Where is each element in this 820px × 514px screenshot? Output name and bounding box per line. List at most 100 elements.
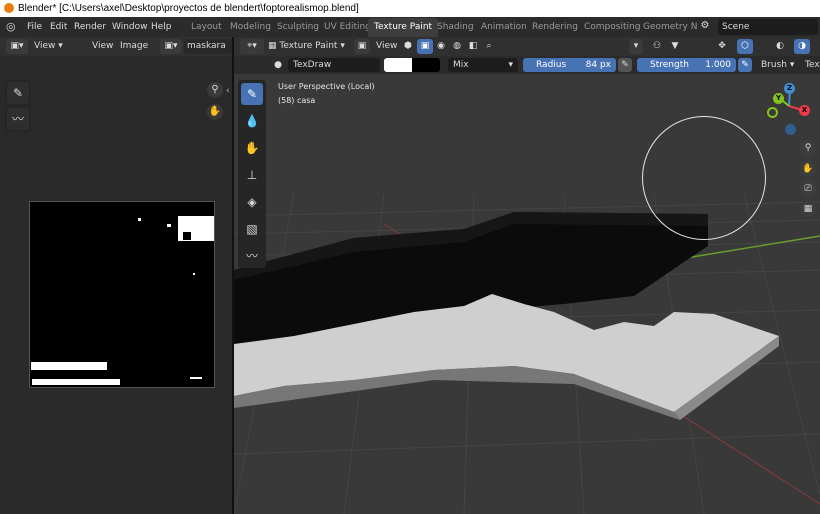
vertex-select-icon[interactable]: ◉: [433, 39, 449, 54]
mask-patch: [31, 362, 107, 370]
mask-icon[interactable]: ▧: [241, 218, 263, 240]
tab-sculpting[interactable]: Sculpting: [271, 18, 325, 37]
zoom-icon[interactable]: ⚲: [207, 82, 223, 98]
window-title: Blender* [C:\Users\axel\Desktop\proyecto…: [18, 3, 359, 14]
tab-layout[interactable]: Layout: [185, 18, 228, 37]
mask-patch: [167, 224, 171, 227]
face-mask-icon[interactable]: ⬢: [400, 39, 416, 54]
bucket-icon[interactable]: ◈: [241, 191, 263, 213]
stamp-icon[interactable]: ⊥: [241, 164, 263, 186]
xray-icon[interactable]: ◐: [772, 39, 788, 54]
gizmo-neg-y[interactable]: [767, 107, 778, 118]
strength-pressure-icon[interactable]: ✎: [738, 58, 752, 72]
shading-solid-icon[interactable]: ◑: [794, 39, 810, 54]
view-name-text: User Perspective (Local): [278, 82, 375, 91]
smear-icon[interactable]: ✋: [241, 137, 263, 159]
tab-rendering[interactable]: Rendering: [526, 18, 584, 37]
image-browse-icon[interactable]: ▣▾: [160, 39, 182, 54]
brush-type-icon[interactable]: ●: [270, 58, 286, 72]
strength-label: Strength: [650, 60, 689, 70]
strength-slider[interactable]: Strength 1.000: [637, 58, 736, 72]
gizmo-toggle-icon[interactable]: ✥: [714, 39, 730, 54]
blender-menu-icon[interactable]: ◎: [6, 20, 18, 33]
mask-patch: [193, 273, 195, 275]
tool-settings-bar: ● TexDraw Mix ▾ Radius 84 px ✎ Strength 1.0…: [234, 56, 820, 74]
radius-value: 84 px: [585, 60, 611, 70]
tab-modeling[interactable]: Modeling: [224, 18, 277, 37]
gizmo-neg-z[interactable]: [785, 124, 796, 135]
mask-patch: [190, 377, 202, 379]
brush-menu[interactable]: Brush ▾: [756, 58, 799, 72]
image-editor-toolbar: ✎ 〰: [5, 80, 31, 132]
hand-icon[interactable]: ✋: [207, 104, 223, 120]
menu-view[interactable]: View: [376, 39, 397, 54]
image-editor-header: ▣▾ View ▾ View Image ▣▾ maskara: [0, 37, 232, 56]
mask-patch: [138, 218, 141, 221]
color-swatch[interactable]: [384, 58, 440, 72]
scene-icon[interactable]: ⚙: [696, 20, 714, 34]
view-mode-label: View: [34, 41, 56, 51]
menu-window[interactable]: Window: [112, 17, 148, 37]
menu-view[interactable]: View: [92, 39, 113, 54]
visibility-icon[interactable]: ⚇: [649, 39, 665, 54]
texture-menu[interactable]: Tex: [800, 58, 820, 72]
mask-patch: [183, 232, 191, 240]
blender-logo-icon: [4, 3, 14, 13]
drop-icon[interactable]: 💧: [241, 110, 263, 132]
symmetry-icon[interactable]: ◍: [449, 39, 465, 54]
camera-icon[interactable]: ⎚: [800, 181, 816, 197]
menu-image[interactable]: Image: [120, 39, 148, 54]
blend-mode-dropdown[interactable]: Mix ▾: [448, 58, 518, 72]
pen-pressure-icon[interactable]: ✎: [618, 58, 632, 72]
filter-icon[interactable]: ▼: [667, 39, 683, 54]
tab-shading[interactable]: Shading: [431, 18, 480, 37]
search-dropdown-icon[interactable]: ▾: [629, 39, 643, 54]
brush-cursor-circle: [642, 116, 766, 240]
menu-render[interactable]: Render: [74, 17, 106, 37]
menu-help[interactable]: Help: [151, 17, 172, 37]
radius-label: Radius: [536, 60, 567, 70]
tab-geometry-nodes[interactable]: Geometry N: [637, 18, 703, 37]
3d-viewport[interactable]: User Perspective (Local) (58) casa ✎ 💧 ✋…: [234, 74, 820, 514]
annotate-icon[interactable]: 〰: [241, 245, 263, 267]
object-info-text: (58) casa: [278, 96, 316, 105]
eyedropper-icon[interactable]: ✎: [7, 82, 29, 104]
brush-name-field[interactable]: TexDraw: [288, 58, 380, 72]
tab-texture-paint[interactable]: Texture Paint: [368, 18, 439, 37]
sidebar-toggle-icon[interactable]: ‹: [226, 86, 230, 96]
gizmo-z-axis[interactable]: Z: [784, 83, 795, 94]
view-mode-dropdown[interactable]: View ▾: [34, 39, 63, 54]
viewport-header: ⌖▾ ▦ Texture Paint ▾ ▣ View ⬢ ▣ ◉ ◍ ◧ ⌕ …: [234, 37, 820, 56]
menu-file[interactable]: File: [27, 17, 42, 37]
lock-icon[interactable]: ◧: [465, 39, 481, 54]
strength-value: 1.000: [705, 60, 731, 70]
scene-selector[interactable]: ⚙ Scene: [696, 19, 820, 35]
blend-mode-label: Mix: [453, 60, 469, 70]
brush-icon[interactable]: ✎: [241, 83, 263, 105]
brush-stroke-icon[interactable]: 〰: [7, 108, 29, 130]
zoom-icon[interactable]: ⚲: [800, 140, 816, 156]
mask-texture-image[interactable]: [29, 201, 215, 388]
gizmo-y-axis[interactable]: Y: [773, 93, 784, 104]
tab-animation[interactable]: Animation: [475, 18, 533, 37]
mode-selector[interactable]: ▦ Texture Paint ▾: [268, 39, 345, 54]
mask-patch: [32, 379, 120, 385]
mode-label: Texture Paint: [279, 41, 338, 51]
mask-toggle-icon[interactable]: ▣: [354, 39, 370, 54]
search-icon[interactable]: ⌕: [481, 39, 497, 54]
chevron-down-icon: ▾: [508, 60, 513, 70]
menu-edit[interactable]: Edit: [50, 17, 67, 37]
editor-type-icon[interactable]: ▣▾: [6, 39, 28, 54]
radius-slider[interactable]: Radius 84 px: [523, 58, 616, 72]
scene-name-field[interactable]: Scene: [718, 19, 818, 35]
paint-mask-icon[interactable]: ▣: [417, 39, 433, 54]
overlay-toggle-icon[interactable]: ⬡: [737, 39, 753, 54]
editor-type-icon[interactable]: ⌖▾: [240, 39, 264, 54]
gizmo-x-axis[interactable]: X: [799, 105, 810, 116]
image-name-field[interactable]: maskara: [184, 39, 232, 54]
viewport-toolbar: ✎ 💧 ✋ ⊥ ◈ ▧ 〰: [238, 80, 266, 268]
top-menu-bar: ◎ File Edit Render Window Help Layout Mo…: [0, 17, 820, 37]
hand-icon[interactable]: ✋: [800, 161, 816, 177]
grid-view-icon[interactable]: ▦: [800, 201, 816, 217]
title-bar: Blender* [C:\Users\axel\Desktop\proyecto…: [0, 0, 820, 17]
